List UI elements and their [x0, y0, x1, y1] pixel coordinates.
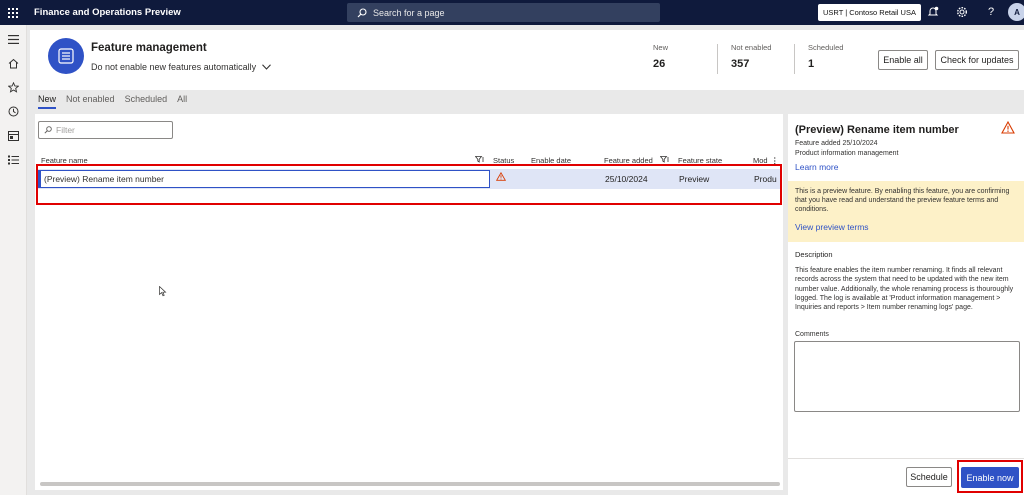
- app-title: Finance and Operations Preview: [34, 7, 181, 18]
- learn-more-link[interactable]: Learn more: [795, 162, 838, 172]
- preview-notice: This is a preview feature. By enabling t…: [788, 181, 1024, 242]
- feature-management-header: Feature management Do not enable new fea…: [30, 30, 1024, 90]
- modules-list-icon[interactable]: [7, 153, 20, 166]
- horizontal-scrollbar[interactable]: [40, 482, 780, 486]
- stat-new-label: New: [653, 43, 669, 52]
- view-preview-terms-link[interactable]: View preview terms: [795, 222, 869, 232]
- feature-management-icon: [48, 38, 84, 74]
- tab-all[interactable]: All: [177, 94, 187, 109]
- stat-scheduled-label: Scheduled: [808, 43, 844, 52]
- left-nav: [0, 25, 27, 495]
- tab-new[interactable]: New: [38, 94, 57, 109]
- tab-scheduled[interactable]: Scheduled: [125, 94, 168, 109]
- gear-icon[interactable]: [955, 5, 969, 19]
- preview-notice-text: This is a preview feature. By enabling t…: [795, 188, 1010, 213]
- stat-not-enabled-label: Not enabled: [731, 43, 772, 52]
- details-title: (Preview) Rename item number: [795, 124, 959, 136]
- top-bar: Finance and Operations Preview Search fo…: [0, 0, 1024, 25]
- stat-not-enabled[interactable]: Not enabled 357: [731, 43, 771, 70]
- stat-scheduled-value: 1: [808, 58, 815, 70]
- comments-label: Comments: [795, 331, 829, 338]
- schedule-button[interactable]: Schedule: [906, 467, 952, 487]
- description-label: Description: [795, 250, 833, 259]
- search-icon: [357, 7, 367, 17]
- favorites-star-icon[interactable]: [7, 81, 20, 94]
- highlight-box: [957, 460, 1023, 493]
- stat-new[interactable]: New 26: [653, 43, 668, 70]
- auto-enable-dropdown[interactable]: Do not enable new features automatically: [91, 62, 272, 72]
- stat-divider: [717, 44, 718, 74]
- stat-scheduled[interactable]: Scheduled 1: [808, 43, 843, 70]
- feature-tabs: New Not enabled Scheduled All: [38, 94, 187, 109]
- search-box[interactable]: Search for a page: [347, 3, 660, 22]
- help-icon[interactable]: ?: [984, 5, 998, 19]
- highlight-box: [36, 164, 782, 205]
- description-text: This feature enables the item number ren…: [795, 267, 1014, 312]
- home-icon[interactable]: [7, 57, 20, 70]
- search-placeholder: Search for a page: [373, 7, 445, 18]
- workspaces-icon[interactable]: [7, 129, 20, 142]
- details-module: Product information management: [795, 150, 899, 157]
- stat-not-enabled-value: 357: [731, 58, 750, 70]
- filter-input[interactable]: Filter: [38, 121, 173, 139]
- notification-bell-icon[interactable]: [926, 5, 940, 19]
- stat-new-value: 26: [653, 58, 666, 70]
- details-feature-added: Feature added 25/10/2024: [795, 140, 878, 147]
- filter-placeholder: Filter: [56, 125, 75, 135]
- feature-details-pane: (Preview) Rename item number Feature add…: [788, 114, 1024, 495]
- recent-clock-icon[interactable]: [7, 105, 20, 118]
- search-icon: [44, 126, 52, 134]
- stat-divider: [794, 44, 795, 74]
- divider: [788, 458, 1024, 459]
- warning-icon: [1001, 120, 1015, 136]
- auto-enable-label: Do not enable new features automatically: [91, 62, 257, 72]
- enable-all-button[interactable]: Enable all: [878, 50, 928, 70]
- tab-not-enabled[interactable]: Not enabled: [66, 94, 115, 109]
- chevron-down-icon: [262, 64, 272, 70]
- mouse-cursor-icon: [159, 285, 167, 299]
- hamburger-menu-icon[interactable]: [7, 33, 20, 46]
- comments-field[interactable]: [794, 341, 1020, 412]
- check-for-updates-button[interactable]: Check for updates: [935, 50, 1019, 70]
- app-launcher-icon[interactable]: [0, 0, 26, 25]
- page-title: Feature management: [91, 42, 207, 54]
- avatar[interactable]: A: [1008, 3, 1024, 21]
- company-picker[interactable]: USRT | Contoso Retail USA: [818, 4, 921, 21]
